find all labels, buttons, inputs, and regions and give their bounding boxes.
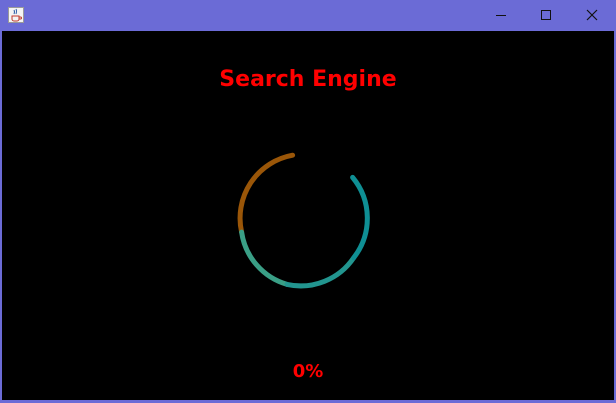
page-title: Search Engine xyxy=(219,67,397,92)
minimize-icon xyxy=(495,6,507,25)
spinner-arc-green xyxy=(239,229,290,287)
maximize-button[interactable] xyxy=(523,0,569,31)
spinner-arc-teal xyxy=(284,255,357,289)
content-panel: Search Engine 0% xyxy=(2,31,614,400)
close-icon xyxy=(586,6,598,25)
title-bar[interactable] xyxy=(0,0,616,31)
progress-percent: 0% xyxy=(292,361,324,382)
maximize-icon xyxy=(540,6,552,25)
spinner-arc-cyan xyxy=(350,174,370,261)
minimize-button[interactable] xyxy=(478,0,524,31)
app-window: Search Engine 0% xyxy=(0,0,616,403)
java-cup-icon[interactable] xyxy=(8,7,24,23)
loading-spinner xyxy=(235,151,375,291)
spinner-arc-orange xyxy=(237,152,296,235)
close-button[interactable] xyxy=(569,0,615,31)
